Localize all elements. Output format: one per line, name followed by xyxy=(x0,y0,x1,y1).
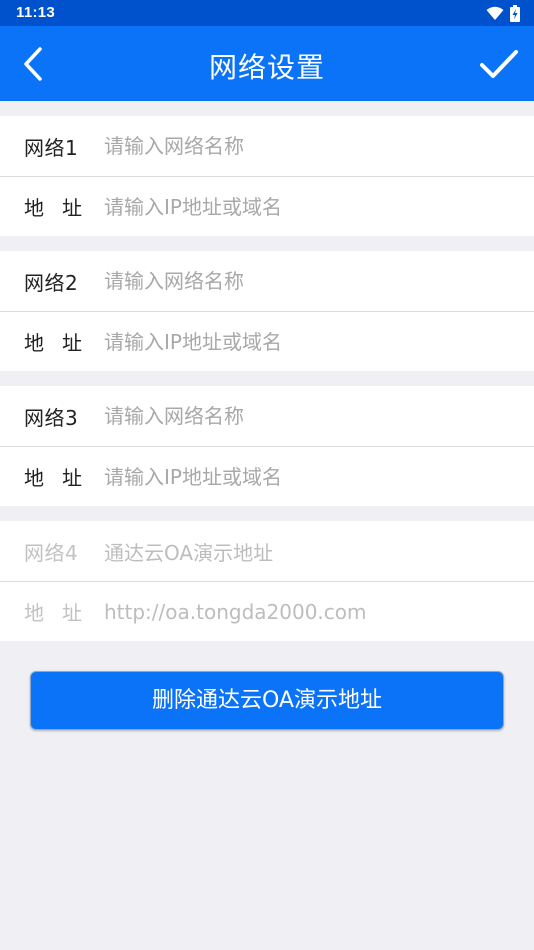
network-address-label: 地址 xyxy=(24,196,100,220)
check-icon xyxy=(480,50,518,78)
network-name-row: 网络1 xyxy=(0,116,534,176)
network-name-row: 网络3 xyxy=(0,386,534,446)
wifi-icon xyxy=(486,6,504,25)
network-name-row: 网络2 xyxy=(0,251,534,311)
demo-network-address-label: 地址 xyxy=(24,601,100,625)
demo-network-address-value: http://oa.tongda2000.com xyxy=(104,599,367,624)
network-name-label: 网络2 xyxy=(24,270,79,295)
network-name-label: 网络3 xyxy=(24,405,79,430)
status-time: 11:13 xyxy=(16,4,56,21)
demo-network-name-row: 网络4 通达云OA演示地址 xyxy=(0,521,534,581)
app-bar: 网络设置 xyxy=(0,26,534,101)
network-group-2: 网络2 地址 xyxy=(0,251,534,371)
network-name-input[interactable] xyxy=(104,251,534,311)
network-name-input[interactable] xyxy=(104,386,534,446)
network-address-row: 地址 xyxy=(0,176,534,236)
confirm-button[interactable] xyxy=(478,44,520,84)
network-address-label: 地址 xyxy=(24,331,100,355)
network-address-input[interactable] xyxy=(104,177,534,236)
demo-network-group: 网络4 通达云OA演示地址 地址 http://oa.tongda2000.co… xyxy=(0,521,534,641)
demo-network-name-label: 网络4 xyxy=(24,540,79,565)
network-address-row: 地址 xyxy=(0,446,534,506)
network-address-row: 地址 xyxy=(0,311,534,371)
network-name-input[interactable] xyxy=(104,116,534,176)
battery-charging-icon xyxy=(510,5,520,26)
network-name-label: 网络1 xyxy=(24,135,79,160)
page-title: 网络设置 xyxy=(208,51,325,84)
demo-network-name-value: 通达云OA演示地址 xyxy=(104,540,274,565)
network-address-input[interactable] xyxy=(104,447,534,506)
demo-network-address-row: 地址 http://oa.tongda2000.com xyxy=(0,581,534,641)
status-icons xyxy=(486,5,520,26)
delete-demo-address-button[interactable]: 删除通达云OA演示地址 xyxy=(30,671,504,730)
status-bar: 11:13 xyxy=(0,0,534,26)
network-group-3: 网络3 地址 xyxy=(0,386,534,506)
network-address-label: 地址 xyxy=(24,466,100,490)
network-address-input[interactable] xyxy=(104,312,534,371)
network-group-1: 网络1 地址 xyxy=(0,116,534,236)
